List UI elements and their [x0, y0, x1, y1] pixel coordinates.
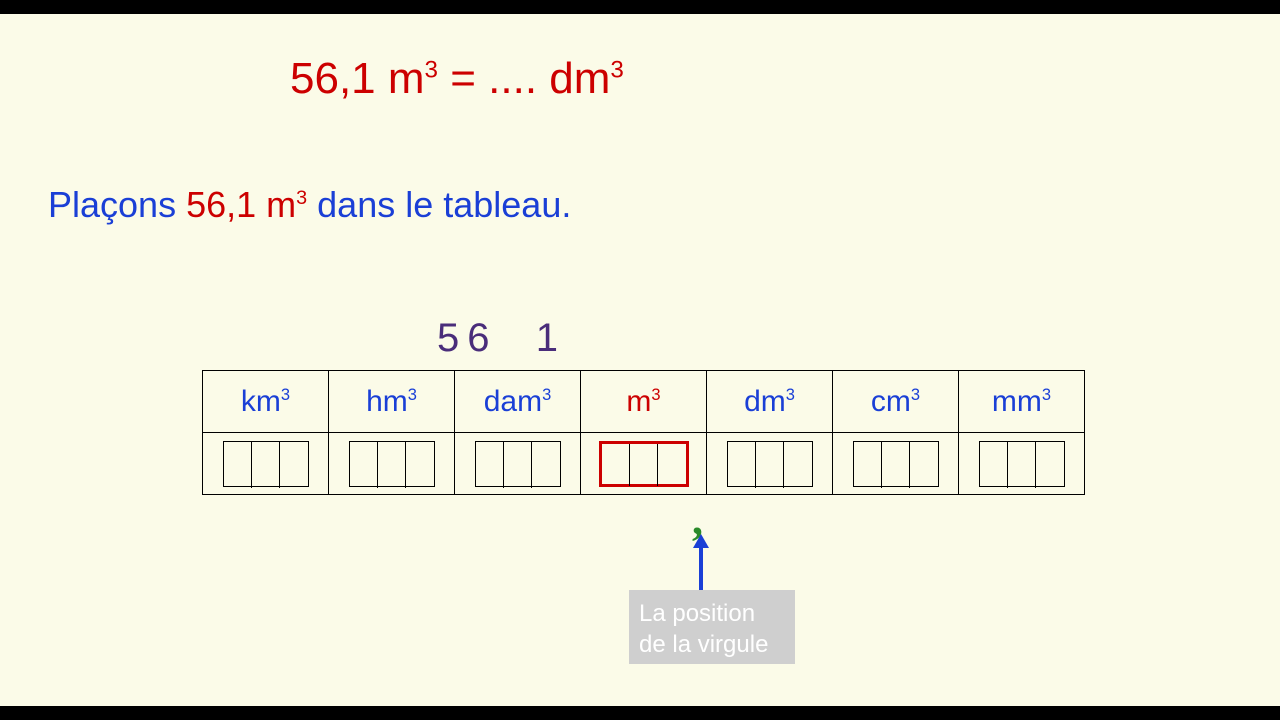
unit-header-dm3: dm3	[707, 371, 833, 433]
number-above-table: 56 1	[437, 316, 566, 361]
cell-dam3	[455, 433, 581, 495]
comma-caption: La position de la virgule	[629, 590, 795, 664]
cell-km3	[203, 433, 329, 495]
unit-header-m3: m3	[581, 371, 707, 433]
unit-header-cm3: cm3	[833, 371, 959, 433]
cell-dm3	[707, 433, 833, 495]
table-header-row: km3 hm3 dam3 m3 dm3 cm3 mm3	[203, 371, 1085, 433]
arrow-up-icon	[691, 534, 711, 594]
equation-rhs-unit: dm3	[549, 54, 624, 103]
equation-lhs-unit: m3	[388, 54, 450, 103]
cell-cm3	[833, 433, 959, 495]
cell-m3	[581, 433, 707, 495]
slide-page: 56,1 m3 = .... dm3 Plaçons 56,1 m3 dans …	[0, 14, 1280, 706]
unit-header-mm3: mm3	[959, 371, 1085, 433]
equation-lhs-value: 56,1	[290, 54, 376, 103]
equation: 56,1 m3 = .... dm3	[290, 54, 624, 104]
unit-header-hm3: hm3	[329, 371, 455, 433]
unit-header-km3: km3	[203, 371, 329, 433]
equation-dots: ....	[488, 54, 537, 103]
unit-header-dam3: dam3	[455, 371, 581, 433]
instruction-value: 56,1 m3	[186, 184, 307, 225]
instruction-text: Plaçons 56,1 m3 dans le tableau.	[48, 184, 571, 226]
equation-equals: =	[450, 54, 488, 103]
table-cell-row	[203, 433, 1085, 495]
cell-mm3	[959, 433, 1085, 495]
conversion-table: km3 hm3 dam3 m3 dm3 cm3 mm3	[202, 370, 1085, 495]
cell-hm3	[329, 433, 455, 495]
